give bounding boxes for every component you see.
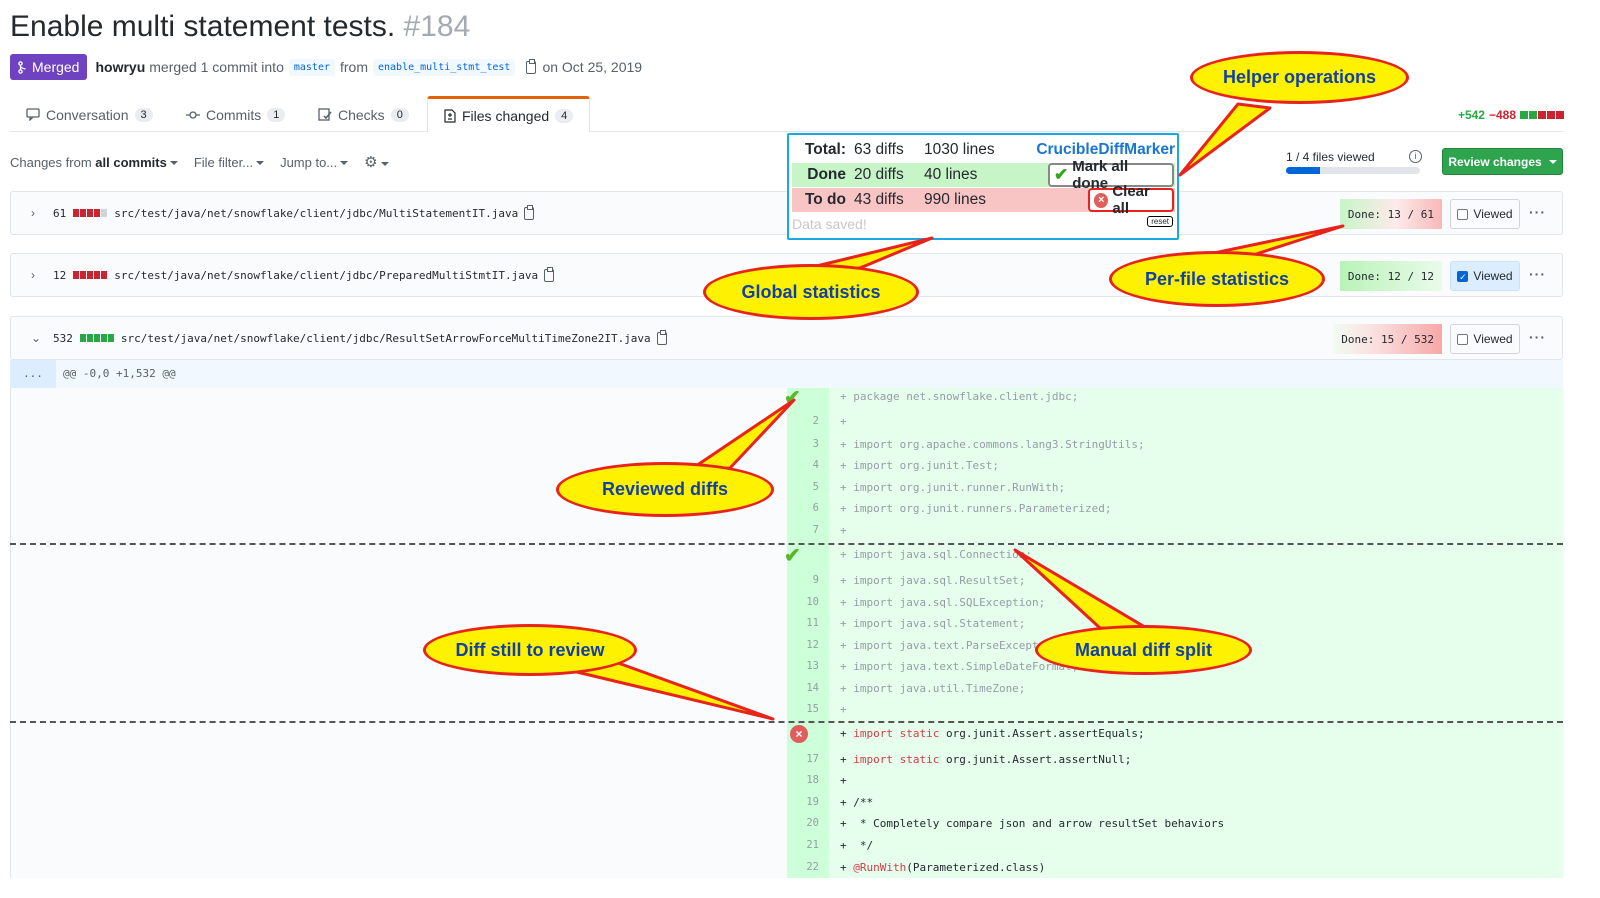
callout-diff-still-to-review: Diff still to review: [423, 624, 637, 676]
callout-per-file-statistics: Per-file statistics: [1109, 251, 1325, 307]
callout-tails: [558, 102, 1345, 721]
split-callout-tail: [1013, 548, 1152, 632]
reviewed-callout-tail: [688, 398, 796, 472]
callout-helper-operations: Helper operations: [1190, 51, 1409, 104]
callout-reviewed-diffs: Reviewed diffs: [556, 462, 774, 517]
callout-global-statistics: Global statistics: [703, 264, 919, 320]
helper-callout-tail: [1178, 102, 1272, 177]
callout-manual-diff-split: Manual diff split: [1035, 625, 1252, 675]
